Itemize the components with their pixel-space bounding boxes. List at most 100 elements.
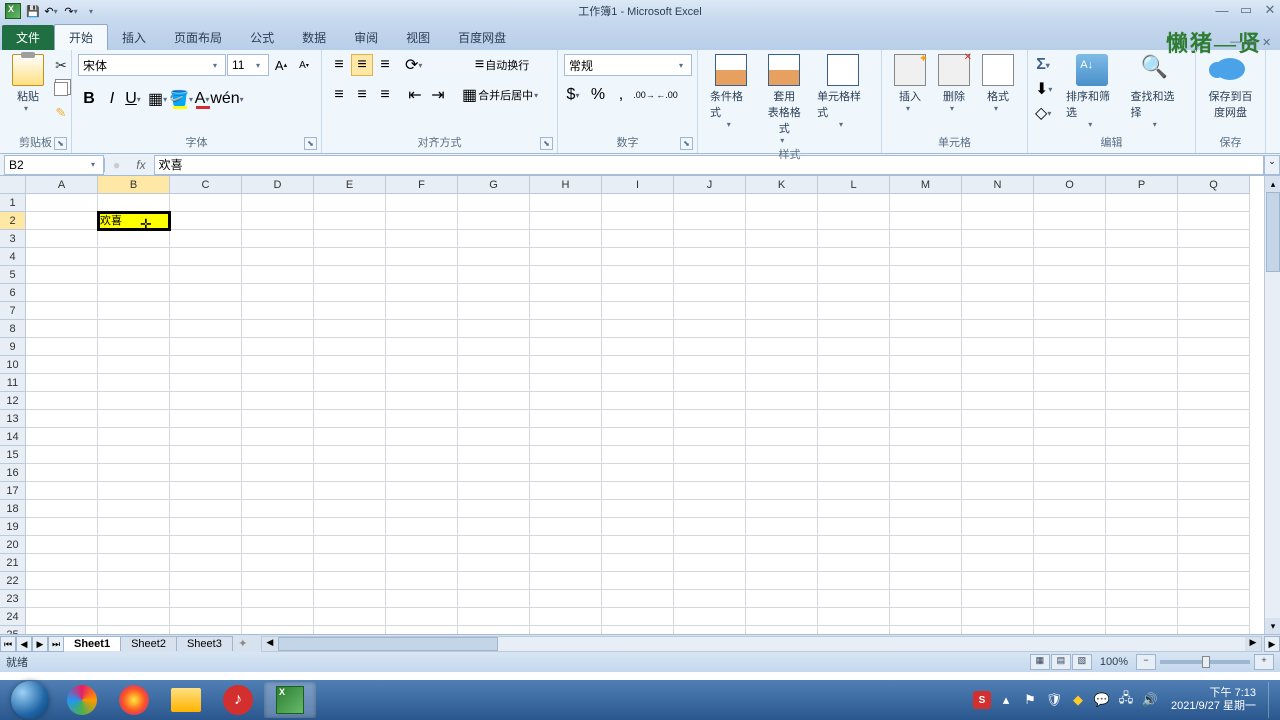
cell-P2[interactable] <box>1106 212 1178 230</box>
cell-C17[interactable] <box>170 482 242 500</box>
cell-L2[interactable] <box>818 212 890 230</box>
cell-K14[interactable] <box>746 428 818 446</box>
cell-C25[interactable] <box>170 626 242 634</box>
name-box[interactable]: B2▾ <box>4 155 104 175</box>
zoom-out-icon[interactable]: − <box>1136 654 1156 670</box>
cell-N24[interactable] <box>962 608 1034 626</box>
cell-G18[interactable] <box>458 500 530 518</box>
taskbar-excel[interactable] <box>264 682 316 718</box>
cell-J1[interactable] <box>674 194 746 212</box>
cell-N22[interactable] <box>962 572 1034 590</box>
cell-G11[interactable] <box>458 374 530 392</box>
cell-J6[interactable] <box>674 284 746 302</box>
cell-D9[interactable] <box>242 338 314 356</box>
cell-N18[interactable] <box>962 500 1034 518</box>
cell-Q18[interactable] <box>1178 500 1250 518</box>
sheet-nav-prev-icon[interactable]: ◀ <box>16 636 32 652</box>
cell-I21[interactable] <box>602 554 674 572</box>
row-header-17[interactable]: 17 <box>0 482 26 500</box>
cell-A21[interactable] <box>26 554 98 572</box>
cell-K13[interactable] <box>746 410 818 428</box>
cell-M13[interactable] <box>890 410 962 428</box>
vscroll-thumb[interactable] <box>1266 192 1280 272</box>
cell-I9[interactable] <box>602 338 674 356</box>
cell-C5[interactable] <box>170 266 242 284</box>
cell-B20[interactable] <box>98 536 170 554</box>
cell-B25[interactable] <box>98 626 170 634</box>
cell-M6[interactable] <box>890 284 962 302</box>
cell-A12[interactable] <box>26 392 98 410</box>
cell-K16[interactable] <box>746 464 818 482</box>
cell-B7[interactable] <box>98 302 170 320</box>
taskbar-app-1[interactable] <box>56 682 108 718</box>
cell-L22[interactable] <box>818 572 890 590</box>
cell-G3[interactable] <box>458 230 530 248</box>
cell-G25[interactable] <box>458 626 530 634</box>
cell-Q1[interactable] <box>1178 194 1250 212</box>
cell-F3[interactable] <box>386 230 458 248</box>
cell-I6[interactable] <box>602 284 674 302</box>
cell-N6[interactable] <box>962 284 1034 302</box>
cell-F5[interactable] <box>386 266 458 284</box>
cell-O11[interactable] <box>1034 374 1106 392</box>
cell-Q14[interactable] <box>1178 428 1250 446</box>
cell-F6[interactable] <box>386 284 458 302</box>
tab-baidu[interactable]: 百度网盘 <box>444 25 520 50</box>
cell-D4[interactable] <box>242 248 314 266</box>
cell-M22[interactable] <box>890 572 962 590</box>
cell-C18[interactable] <box>170 500 242 518</box>
vertical-scrollbar[interactable]: ▴ ▾ <box>1264 176 1280 634</box>
cell-O23[interactable] <box>1034 590 1106 608</box>
cell-F10[interactable] <box>386 356 458 374</box>
cell-Q24[interactable] <box>1178 608 1250 626</box>
cell-D20[interactable] <box>242 536 314 554</box>
cell-A4[interactable] <box>26 248 98 266</box>
cell-P12[interactable] <box>1106 392 1178 410</box>
col-header-O[interactable]: O <box>1034 176 1106 194</box>
cell-F4[interactable] <box>386 248 458 266</box>
cell-Q17[interactable] <box>1178 482 1250 500</box>
cell-M16[interactable] <box>890 464 962 482</box>
cell-L19[interactable] <box>818 518 890 536</box>
cell-L14[interactable] <box>818 428 890 446</box>
cell-F14[interactable] <box>386 428 458 446</box>
cell-J20[interactable] <box>674 536 746 554</box>
cell-C8[interactable] <box>170 320 242 338</box>
sort-filter-button[interactable]: 排序和筛选▾ <box>1060 52 1125 135</box>
cell-H8[interactable] <box>530 320 602 338</box>
cell-P20[interactable] <box>1106 536 1178 554</box>
cell-P18[interactable] <box>1106 500 1178 518</box>
cell-P10[interactable] <box>1106 356 1178 374</box>
row-header-15[interactable]: 15 <box>0 446 26 464</box>
accounting-format-icon[interactable]: $▾ <box>564 84 586 106</box>
cell-I25[interactable] <box>602 626 674 634</box>
row-header-4[interactable]: 4 <box>0 248 26 266</box>
cell-B9[interactable] <box>98 338 170 356</box>
cell-M20[interactable] <box>890 536 962 554</box>
cell-A18[interactable] <box>26 500 98 518</box>
align-bottom-icon[interactable]: ≡ <box>374 54 396 76</box>
row-header-1[interactable]: 1 <box>0 194 26 212</box>
cell-C21[interactable] <box>170 554 242 572</box>
row-header-23[interactable]: 23 <box>0 590 26 608</box>
cell-L7[interactable] <box>818 302 890 320</box>
shrink-font-icon[interactable]: A▾ <box>293 54 315 76</box>
cell-H5[interactable] <box>530 266 602 284</box>
cell-D24[interactable] <box>242 608 314 626</box>
row-header-24[interactable]: 24 <box>0 608 26 626</box>
row-header-14[interactable]: 14 <box>0 428 26 446</box>
cell-N14[interactable] <box>962 428 1034 446</box>
cell-Q21[interactable] <box>1178 554 1250 572</box>
cell-I10[interactable] <box>602 356 674 374</box>
cell-B24[interactable] <box>98 608 170 626</box>
row-header-2[interactable]: 2 <box>0 212 26 230</box>
cell-K19[interactable] <box>746 518 818 536</box>
zoom-slider[interactable] <box>1160 660 1250 664</box>
cell-P21[interactable] <box>1106 554 1178 572</box>
cell-Q15[interactable] <box>1178 446 1250 464</box>
cell-H23[interactable] <box>530 590 602 608</box>
cell-M8[interactable] <box>890 320 962 338</box>
cell-I2[interactable] <box>602 212 674 230</box>
new-sheet-icon[interactable]: ✦ <box>233 637 253 650</box>
cell-F25[interactable] <box>386 626 458 634</box>
